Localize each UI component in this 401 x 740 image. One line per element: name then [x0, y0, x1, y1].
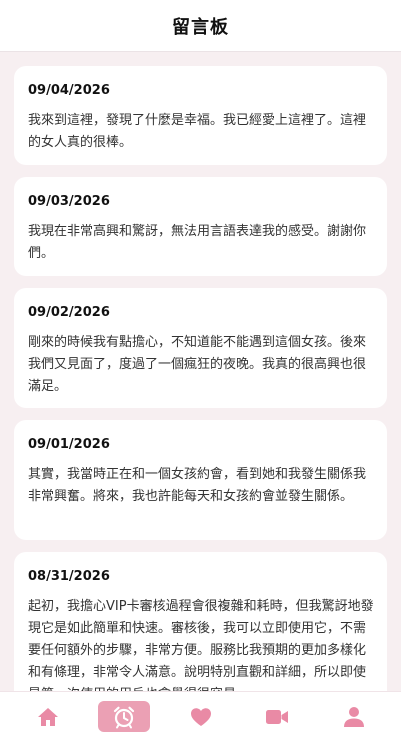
- bottom-tab-bar: [0, 691, 401, 740]
- tab-home[interactable]: [22, 701, 74, 732]
- page-title: 留言板: [172, 16, 229, 38]
- alarm-clock-icon: [113, 706, 135, 728]
- home-icon: [38, 707, 58, 726]
- message-date: 09/02/2026: [28, 305, 110, 320]
- message-card: 08/31/2026 起初，我擔心VIP卡審核過程會很複雜和耗時，但我驚訝地發現…: [14, 552, 387, 692]
- heart-icon: [191, 707, 211, 726]
- message-text: 我現在非常高興和驚訝，無法用言語表達我的感受。謝謝你們。: [28, 224, 367, 261]
- video-camera-icon: [266, 709, 288, 724]
- message-text: 起初，我擔心VIP卡審核過程會很複雜和耗時，但我驚訝地發現它是如此簡單和快速。審…: [28, 599, 374, 692]
- message-text: 其實，我當時正在和一個女孩約會，看到她和我發生關係我非常興奮。將來，我也許能每天…: [28, 467, 367, 504]
- message-feed[interactable]: 09/04/2026 我來到這裡，發現了什麼是幸福。我已經愛上這裡了。這裡的女人…: [0, 52, 401, 692]
- message-text: 剛來的時候我有點擔心，不知道能不能遇到這個女孩。後來我們又見面了，度過了一個瘋狂…: [28, 335, 367, 394]
- message-card: 09/04/2026 我來到這裡，發現了什麼是幸福。我已經愛上這裡了。這裡的女人…: [14, 66, 387, 165]
- app-header: 留言板: [0, 0, 401, 52]
- tab-alarm[interactable]: [98, 701, 150, 732]
- message-date: 09/01/2026: [28, 437, 110, 452]
- message-date: 08/31/2026: [28, 569, 110, 584]
- message-card: 09/02/2026 剛來的時候我有點擔心，不知道能不能遇到這個女孩。後來我們又…: [14, 288, 387, 408]
- message-date: 09/04/2026: [28, 83, 110, 98]
- message-date: 09/03/2026: [28, 194, 110, 209]
- user-icon: [344, 706, 364, 727]
- message-text: 我來到這裡，發現了什麼是幸福。我已經愛上這裡了。這裡的女人真的很棒。: [28, 113, 367, 150]
- message-card: 09/03/2026 我現在非常高興和驚訝，無法用言語表達我的感受。謝謝你們。: [14, 177, 387, 276]
- tab-favorites[interactable]: [175, 701, 227, 732]
- tab-profile[interactable]: [328, 701, 380, 732]
- message-card: 09/01/2026 其實，我當時正在和一個女孩約會，看到她和我發生關係我非常興…: [14, 420, 387, 540]
- tab-video[interactable]: [251, 701, 303, 732]
